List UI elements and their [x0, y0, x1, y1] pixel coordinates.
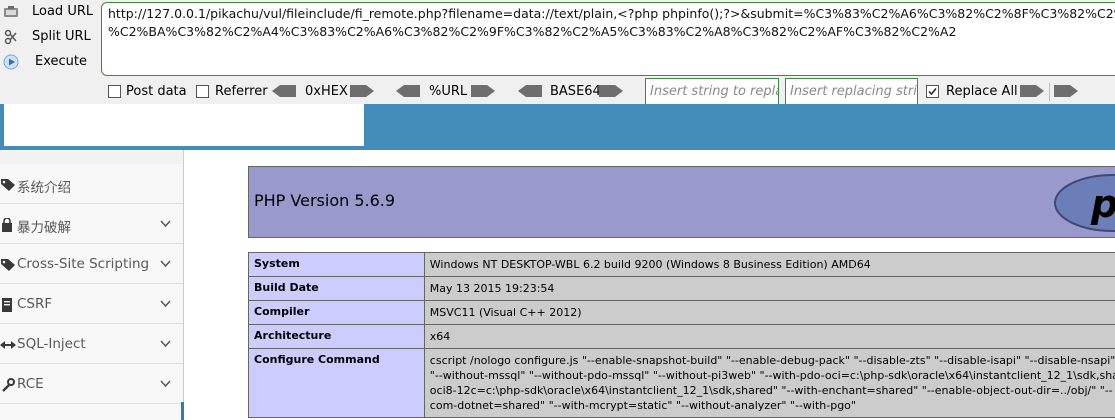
- row-value: MSVC11 (Visual C++ 2012): [423, 300, 1115, 325]
- execute-button[interactable]: Execute: [0, 51, 100, 73]
- php-logo-icon: ph: [1054, 174, 1115, 232]
- chevron-down-icon: [160, 300, 171, 308]
- row-key: Configure Command: [248, 348, 425, 418]
- main-content: PHP Version 5.6.9 ph System Windows NT D…: [184, 150, 1115, 420]
- load-url-label: Load URL: [32, 4, 94, 19]
- toolbar-divider: [1049, 83, 1050, 101]
- replace-all-label: Replace All: [946, 84, 1018, 99]
- hex-decode-arrow-icon[interactable]: [272, 85, 296, 97]
- arrows-icon: [0, 341, 16, 349]
- sidebar-item-sqli[interactable]: SQL-Inject: [0, 324, 183, 364]
- sidebar-item-label: 暴力破解: [17, 220, 71, 236]
- row-value: cscript /nologo configure.js "--enable-s…: [423, 348, 1115, 418]
- page-header: [0, 104, 1115, 150]
- split-url-label: Split URL: [32, 29, 91, 44]
- url-decode-arrow-icon[interactable]: [396, 85, 420, 97]
- base64-encode-arrow-icon[interactable]: [599, 85, 623, 97]
- url-input[interactable]: http://127.0.0.1/pikachu/vul/fileinclude…: [101, 2, 1115, 76]
- base64-label: BASE64: [550, 84, 601, 99]
- lock-icon: [2, 218, 12, 232]
- hex-encode-arrow-icon[interactable]: [350, 85, 374, 97]
- replace-next-arrow-icon[interactable]: [1054, 85, 1078, 97]
- post-data-label: Post data: [126, 84, 187, 99]
- row-value: May 13 2015 19:23:54: [423, 276, 1115, 301]
- configure-line: oci8-12c=c:\php-sdk\oracle\x64\instantcl…: [429, 384, 1113, 397]
- scissors-icon: [4, 29, 17, 45]
- phpinfo-table: System Windows NT DESKTOP-WBL 6.2 build …: [248, 252, 1115, 418]
- sidebar-item-label: Cross-Site Scripting: [17, 256, 150, 272]
- row-value: x64: [423, 324, 1115, 349]
- referrer-label: Referrer: [215, 84, 268, 99]
- configure-line: com-dotnet=shared" "--with-mcrypt=static…: [429, 399, 856, 412]
- url-line-2: %C2%BA%C3%82%C2%A4%C3%83%C2%A6%C3%82%C2%…: [108, 24, 957, 39]
- sidebar-item-xss[interactable]: Cross-Site Scripting: [0, 244, 183, 284]
- sidebar-item-label: CSRF: [17, 296, 53, 312]
- sidebar-item-label: RCE: [17, 376, 44, 392]
- replace-arrow-icon[interactable]: [1020, 85, 1044, 97]
- chevron-down-icon: [160, 260, 171, 268]
- load-url-icon: [4, 6, 18, 17]
- replace-string-input[interactable]: Insert string to replace: [645, 78, 779, 106]
- load-url-button[interactable]: Load URL: [0, 1, 100, 23]
- row-key: Build Date: [248, 276, 425, 301]
- hackbar-options-row: Post data Referrer 0xHEX %URL BASE64 Ins…: [0, 78, 1115, 106]
- sidebar: 系统介绍 暴力破解 Cross-Site Scripting CSRF SQL-…: [0, 150, 184, 420]
- hex-label: 0xHEX: [305, 84, 348, 99]
- replace-all-checkbox[interactable]: [926, 85, 939, 98]
- split-url-button[interactable]: Split URL: [0, 26, 100, 48]
- phpinfo-header: PHP Version 5.6.9 ph: [248, 166, 1115, 238]
- tag-icon: [1, 179, 15, 191]
- chevron-down-icon: [160, 220, 171, 228]
- php-version-title: PHP Version 5.6.9: [254, 191, 396, 210]
- table-row: Build Date May 13 2015 19:23:54: [248, 276, 1115, 301]
- url-encode-label: %URL: [429, 84, 468, 99]
- svg-text:ph: ph: [1090, 182, 1115, 226]
- table-row: Architecture x64: [248, 324, 1115, 349]
- row-value: Windows NT DESKTOP-WBL 6.2 build 9200 (W…: [423, 252, 1115, 277]
- url-line-1: http://127.0.0.1/pikachu/vul/fileinclude…: [108, 6, 1115, 21]
- row-key: Compiler: [248, 300, 425, 325]
- table-row: Compiler MSVC11 (Visual C++ 2012): [248, 300, 1115, 325]
- sidebar-item-csrf[interactable]: CSRF: [0, 284, 183, 324]
- row-key: System: [248, 252, 425, 277]
- checkmark-icon: [928, 88, 937, 96]
- configure-line: "--without-mssql" "--without-pdo-mssql" …: [429, 369, 1115, 382]
- replacing-string-input[interactable]: Insert replacing string: [785, 78, 918, 106]
- configure-line: cscript /nologo configure.js "--enable-s…: [429, 354, 1115, 367]
- execute-label: Execute: [35, 54, 87, 69]
- sidebar-item-label: 系统介绍: [17, 180, 71, 196]
- sidebar-item-fileinclude[interactable]: [0, 404, 183, 420]
- wrench-icon: [2, 378, 15, 392]
- referrer-checkbox[interactable]: [196, 85, 209, 98]
- table-row: System Windows NT DESKTOP-WBL 6.2 build …: [248, 252, 1115, 277]
- post-data-checkbox[interactable]: [108, 85, 121, 98]
- table-row: Configure Command cscript /nologo config…: [248, 348, 1115, 418]
- document-icon: [2, 298, 12, 312]
- url-encode-arrow-icon[interactable]: [471, 85, 495, 97]
- chevron-down-icon: [160, 340, 171, 348]
- row-key: Architecture: [248, 324, 425, 349]
- base64-decode-arrow-icon[interactable]: [518, 85, 542, 97]
- chevron-down-icon: [160, 380, 171, 388]
- play-icon: [3, 54, 19, 70]
- logo-area: [4, 104, 364, 146]
- sidebar-item-rce[interactable]: RCE: [0, 364, 183, 404]
- sidebar-item-bruteforce[interactable]: 暴力破解: [0, 204, 183, 244]
- tag-icon: [1, 259, 15, 271]
- sidebar-item-intro[interactable]: 系统介绍: [0, 164, 183, 204]
- hackbar-toolbar: Load URL Split URL Execute http://127.0.…: [0, 0, 1115, 106]
- sidebar-item-label: SQL-Inject: [17, 336, 86, 352]
